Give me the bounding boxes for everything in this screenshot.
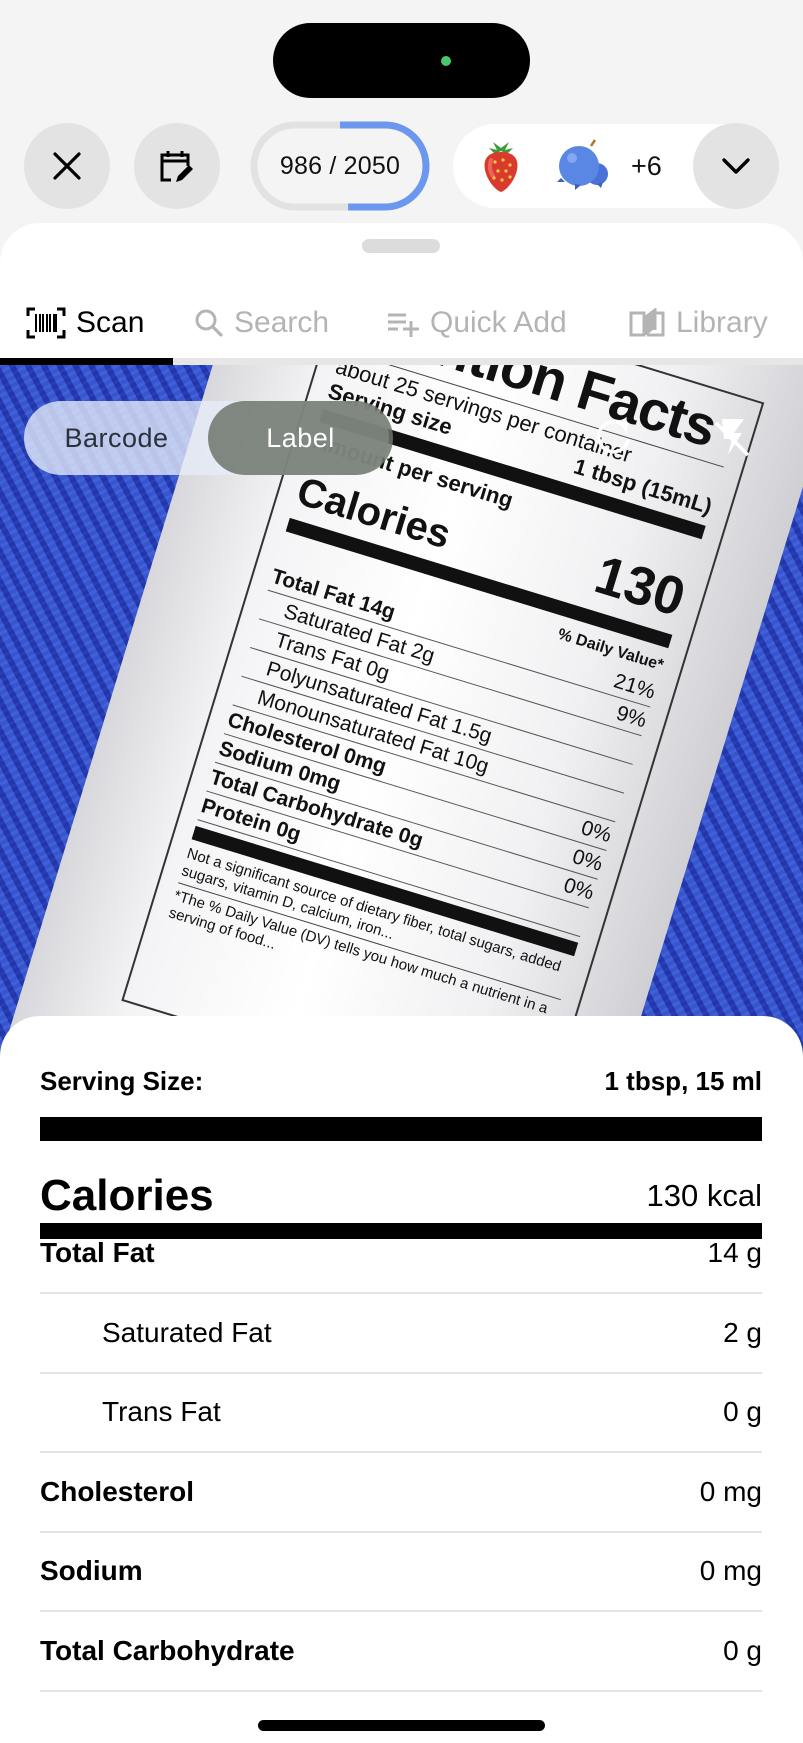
nutrient-row-total-carbohydrate[interactable]: Total Carbohydrate 0 g <box>40 1612 762 1692</box>
expand-button[interactable] <box>693 123 779 209</box>
close-icon <box>53 152 81 180</box>
close-button[interactable] <box>24 123 110 209</box>
nutrient-row-total-fat[interactable]: Total Fat 14 g <box>40 1214 762 1294</box>
dynamic-island <box>273 23 530 98</box>
nutrient-label: Total Carbohydrate <box>40 1634 295 1666</box>
nutrition-results-panel: Serving Size: 1 tbsp, 15 ml Calories 130… <box>0 1016 803 1743</box>
search-icon <box>195 309 223 337</box>
tab-scan-label: Scan <box>76 306 145 339</box>
book-icon <box>629 308 665 337</box>
serving-size-label: Serving Size: <box>40 1065 204 1096</box>
calories-value: 130 kcal <box>646 1178 762 1213</box>
calorie-progress[interactable]: 986 / 2050 <box>250 121 430 211</box>
tab-library-label: Library <box>676 306 768 339</box>
scan-mode-toggle: Barcode Label <box>24 401 393 475</box>
serving-size-row[interactable]: Serving Size: 1 tbsp, 15 ml <box>40 1056 762 1106</box>
label-nutrient-dv <box>580 908 588 936</box>
home-indicator <box>258 1720 545 1731</box>
mode-label-option[interactable]: Label <box>208 401 393 475</box>
more-fruits-count: +6 <box>631 150 662 181</box>
nutrient-label: Trans Fat <box>102 1396 221 1427</box>
rotate-camera-icon[interactable] <box>592 415 636 459</box>
label-nutrient-dv <box>624 765 632 793</box>
calorie-progress-text: 986 / 2050 <box>279 151 401 180</box>
mode-barcode-option[interactable]: Barcode <box>24 401 209 475</box>
label-nutrient-dv <box>615 794 623 822</box>
tab-bar: Scan Search Quick Add Library <box>0 283 803 363</box>
tab-search[interactable]: Search <box>194 283 329 363</box>
nutrient-row-trans-fat[interactable]: Trans Fat 0 g <box>40 1373 762 1453</box>
nutrient-value: 0 mg <box>699 1555 762 1586</box>
nutrient-label: Saturated Fat <box>102 1316 272 1348</box>
serving-size-value: 1 tbsp, 15 ml <box>604 1065 763 1096</box>
nutrient-value: 0 g <box>723 1634 762 1666</box>
playlist-add-icon <box>388 313 419 337</box>
camera-viewfinder[interactable]: Nutrition Facts about 25 servings per co… <box>0 365 803 1065</box>
nutrient-label: Cholesterol <box>40 1475 195 1507</box>
barcode-scan-icon <box>26 307 66 339</box>
tab-quick-add[interactable]: Quick Add <box>386 283 567 363</box>
screen: 986 / 2050 +6 Scan Search Quick Add Libr… <box>0 0 803 1743</box>
tab-search-label: Search <box>234 306 330 339</box>
blueberry-icon <box>557 139 608 190</box>
sheet-grabber[interactable] <box>362 239 440 253</box>
strawberry-icon <box>484 142 518 192</box>
tab-quick-add-label: Quick Add <box>430 306 567 339</box>
flash-off-icon[interactable] <box>710 415 754 459</box>
nutrient-value: 0 g <box>723 1396 762 1427</box>
divider-thick <box>40 1117 762 1141</box>
edit-date-button[interactable] <box>134 123 220 209</box>
nutrient-row-saturated-fat[interactable]: Saturated Fat 2 g <box>40 1294 762 1374</box>
nutrient-label: Sodium <box>40 1555 143 1586</box>
camera-in-use-indicator <box>441 56 451 66</box>
nutrient-label: Total Fat <box>40 1237 155 1268</box>
nutrient-value: 0 mg <box>699 1475 762 1507</box>
nutrient-value: 2 g <box>723 1316 762 1348</box>
active-tab-indicator <box>0 358 173 365</box>
tab-scan[interactable]: Scan <box>26 283 144 363</box>
nutrient-row-sodium[interactable]: Sodium 0 mg <box>40 1532 762 1612</box>
label-nutrient-dv <box>633 736 641 764</box>
nutrient-row-cholesterol[interactable]: Cholesterol 0 mg <box>40 1453 762 1533</box>
calendar-edit-icon <box>160 151 193 182</box>
chevron-down-icon <box>722 158 750 174</box>
nutrient-value: 14 g <box>707 1237 763 1268</box>
tab-library[interactable]: Library <box>628 283 768 363</box>
